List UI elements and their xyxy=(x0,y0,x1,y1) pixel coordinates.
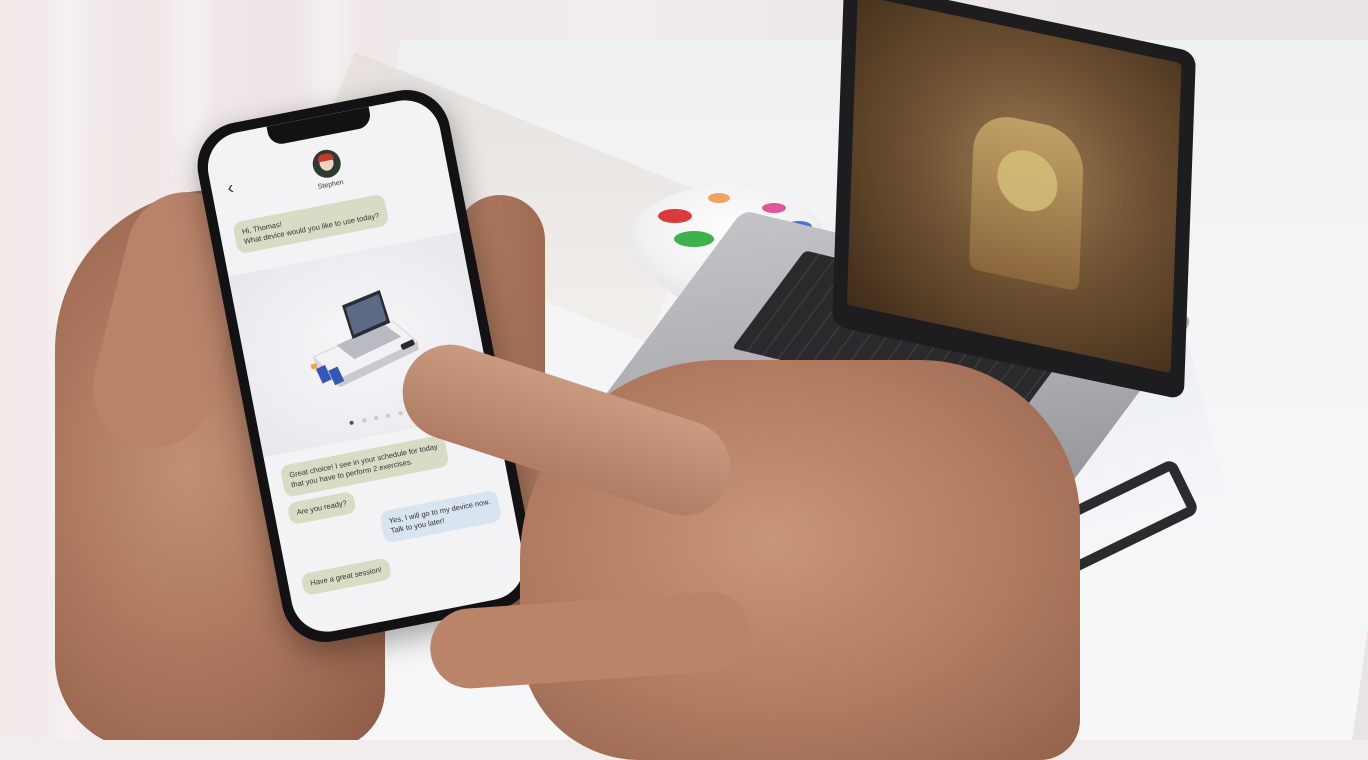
chat-message-bot: Have a great session! xyxy=(300,557,392,597)
chevron-left-icon[interactable]: ‹ xyxy=(226,177,236,198)
carousel-dot[interactable] xyxy=(373,415,379,421)
message-line: Are you ready? xyxy=(295,498,348,517)
chat-message-user: Yes, I will go to my device now. Talk to… xyxy=(379,489,503,544)
laptop-game-display xyxy=(846,0,1182,374)
chat-message-bot: Are you ready? xyxy=(286,490,357,526)
contact-avatar[interactable] xyxy=(310,147,344,181)
carousel-dot[interactable] xyxy=(349,420,355,426)
red-button xyxy=(658,209,692,223)
pink-button xyxy=(762,203,786,213)
green-button xyxy=(674,231,714,247)
carousel-dot[interactable] xyxy=(385,413,391,418)
carousel-dot[interactable] xyxy=(398,410,403,416)
carousel-dot[interactable] xyxy=(361,418,367,423)
orange-button xyxy=(708,193,730,203)
message-line: Have a great session! xyxy=(309,564,383,588)
